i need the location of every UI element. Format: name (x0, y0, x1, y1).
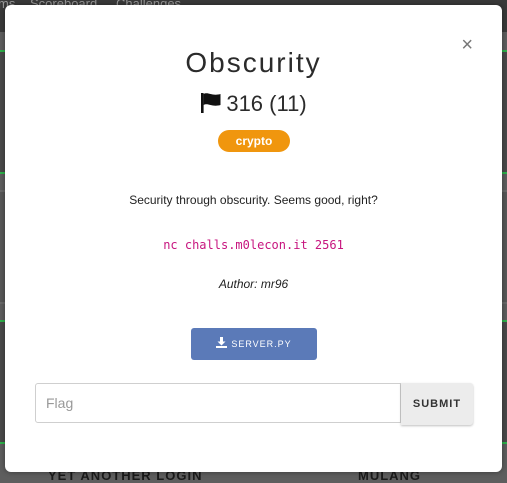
points-value: 316 (226, 91, 264, 116)
challenge-author: Author: mr96 (218, 277, 289, 291)
challenge-modal: × Obscurity 316 (11) crypto Security thr… (5, 5, 502, 472)
connection-command: nc challs.m0lecon.it 2561 (163, 238, 344, 252)
challenge-description: Security through obscurity. Seems good, … (129, 193, 378, 207)
challenge-title: Obscurity (185, 47, 322, 78)
flag-input[interactable] (35, 383, 401, 423)
challenge-score: 316 (11) (5, 91, 502, 117)
solves-count: (11) (269, 91, 307, 116)
download-icon (216, 337, 228, 348)
submit-button[interactable]: SUBMIT (401, 383, 473, 425)
flag-icon (201, 93, 221, 113)
download-file-button[interactable]: SERVER.PY (191, 328, 317, 360)
download-file-label: SERVER.PY (231, 339, 292, 349)
category-badge: crypto (218, 130, 290, 152)
